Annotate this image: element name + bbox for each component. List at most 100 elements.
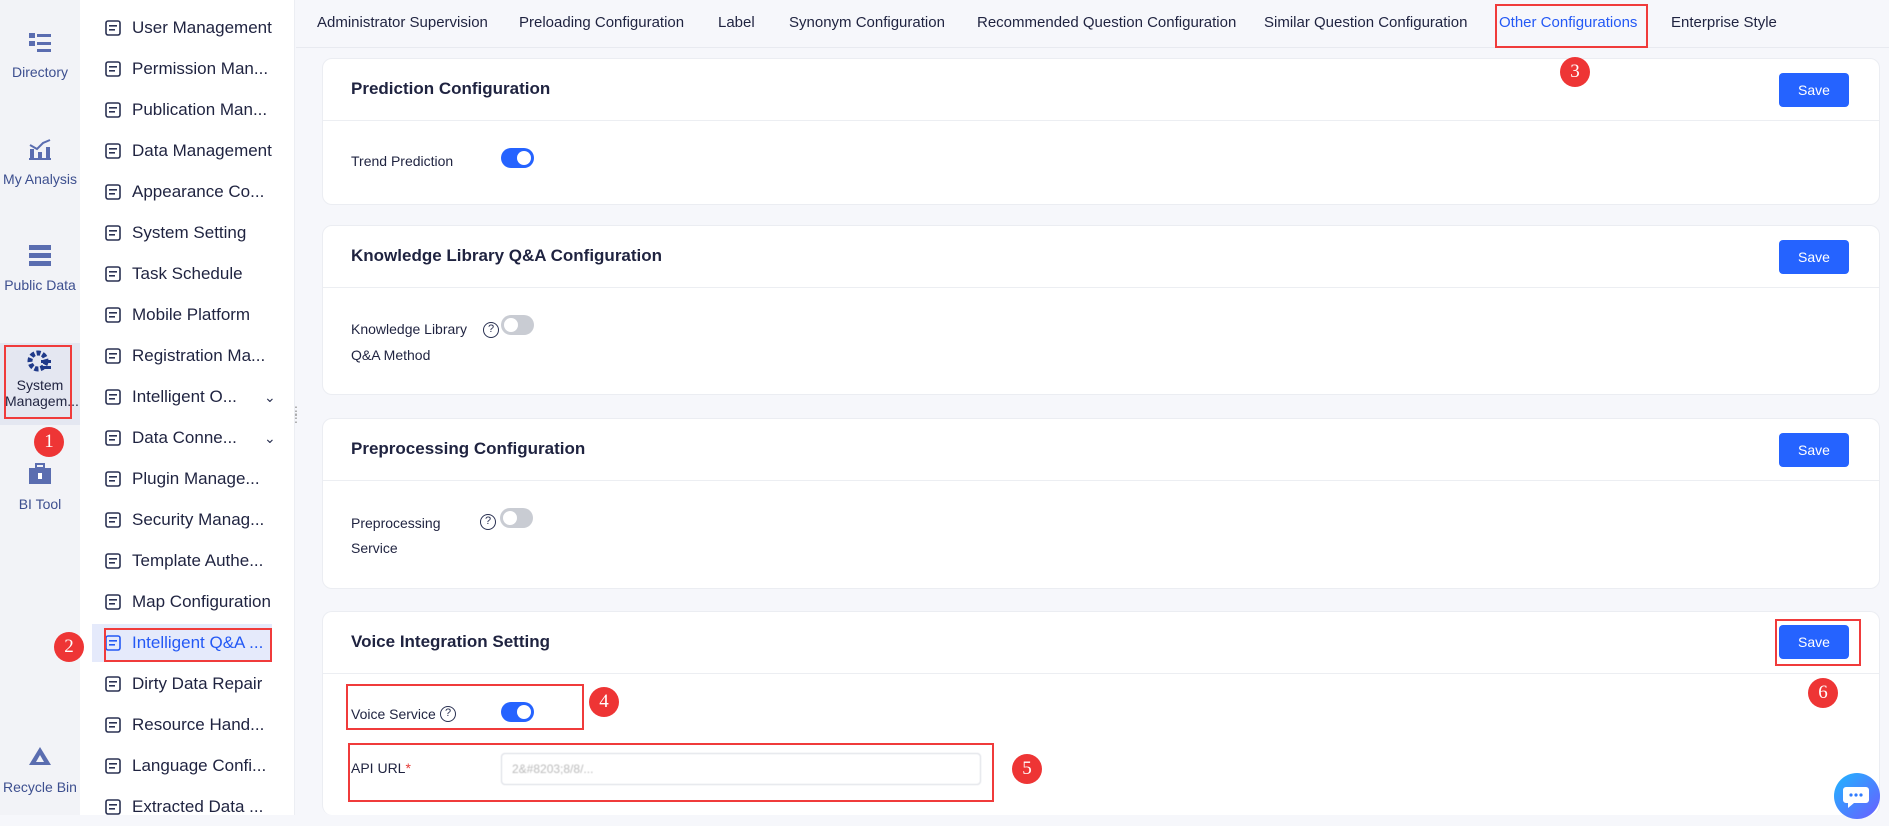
- voice-service-label: Voice Service: [351, 706, 436, 722]
- menu-item-label: Intelligent O...: [132, 387, 237, 406]
- preprocessing-label-2: Service: [351, 540, 398, 556]
- annotation-number: 4: [589, 687, 619, 717]
- menu-item-label: Intelligent Q&A ...: [132, 633, 264, 652]
- menu-item-label: Appearance Co...: [132, 182, 265, 201]
- menu-item[interactable]: User Management: [92, 9, 272, 47]
- api-url-label: API URL*: [351, 755, 411, 781]
- trend-prediction-toggle[interactable]: [501, 148, 534, 168]
- menu-item[interactable]: Intelligent Q&A ...: [92, 624, 272, 662]
- rail-label: Directory: [11, 64, 68, 80]
- rail-my-analysis[interactable]: My Analysis: [0, 137, 80, 187]
- menu-item-label: Data Management: [132, 141, 272, 160]
- rail-directory[interactable]: Directory: [0, 30, 80, 80]
- preprocessing-card: Preprocessing Configuration Save: [322, 418, 1880, 589]
- menu-item[interactable]: Intelligent O... ⌄: [92, 378, 276, 416]
- menu-item[interactable]: Appearance Co...: [92, 173, 272, 211]
- menu-item[interactable]: Task Schedule: [92, 255, 272, 293]
- menu-item[interactable]: Language Confi...: [92, 747, 272, 785]
- rail-label: Public Data: [4, 277, 76, 293]
- menu-item-label: Map Configuration: [132, 592, 271, 611]
- chevron-down-icon[interactable]: ⌄: [264, 430, 276, 447]
- tab-label[interactable]: Label: [718, 14, 755, 31]
- menu-item-label: Security Manag...: [132, 510, 265, 529]
- tab-enterprise-style[interactable]: Enterprise Style: [1671, 14, 1777, 31]
- qa-icon: [105, 635, 121, 651]
- chat-assistant-button[interactable]: [1834, 773, 1880, 819]
- timer-icon: [105, 266, 121, 282]
- rail-public-data[interactable]: Public Data: [0, 243, 80, 293]
- preprocessing-toggle[interactable]: [500, 508, 533, 528]
- menu-item-label: Template Authe...: [132, 551, 264, 570]
- voice-service-toggle[interactable]: [501, 702, 534, 722]
- help-icon[interactable]: ?: [440, 706, 456, 722]
- secondary-menu: User Management Permission Man... Publicat…: [80, 0, 295, 816]
- rail-recycle-bin[interactable]: Recycle Bin: [0, 745, 80, 795]
- data-management-icon: [105, 143, 121, 159]
- save-button[interactable]: Save: [1779, 73, 1849, 107]
- knowledge-method-toggle[interactable]: [501, 315, 534, 335]
- knowledge-card: Knowledge Library Q&A Configuration Save: [322, 225, 1880, 395]
- help-icon[interactable]: ?: [480, 514, 496, 530]
- appearance-icon: [105, 184, 121, 200]
- directory-icon: [29, 33, 51, 52]
- recycle-icon: [29, 747, 51, 765]
- intelligent-ops-icon: [105, 389, 121, 405]
- database-icon: [29, 245, 51, 266]
- security-icon: [105, 512, 121, 528]
- menu-item[interactable]: Extracted Data ...: [92, 788, 272, 826]
- menu-item[interactable]: Map Configuration: [92, 583, 272, 621]
- api-url-input[interactable]: [501, 753, 981, 785]
- card-title: Voice Integration Setting: [351, 632, 550, 651]
- annotation-number: 6: [1808, 678, 1838, 708]
- tab-other-configurations[interactable]: Other Configurations: [1499, 14, 1637, 31]
- resize-handle[interactable]: ⋮ ⋮: [290, 405, 304, 424]
- menu-item[interactable]: Template Authe...: [92, 542, 272, 580]
- menu-item[interactable]: System Setting: [92, 214, 272, 252]
- attachment-icon: [105, 430, 121, 446]
- tab-administrator-supervision[interactable]: Administrator Supervision: [317, 14, 488, 31]
- tab-bar: Administrator Supervision Preloading Con…: [296, 0, 1889, 48]
- menu-item[interactable]: Plugin Manage...: [92, 460, 272, 498]
- help-icon[interactable]: ?: [483, 322, 499, 338]
- mobile-icon: [105, 307, 121, 323]
- menu-item-label: Extracted Data ...: [132, 797, 264, 816]
- menu-item[interactable]: Mobile Platform: [92, 296, 272, 334]
- menu-item[interactable]: Resource Hand...: [92, 706, 272, 744]
- gear-icon: [27, 350, 51, 372]
- repair-icon: [105, 676, 121, 692]
- tab-similar-question-configuration[interactable]: Similar Question Configuration: [1264, 14, 1467, 31]
- annotation-number: 3: [1560, 57, 1590, 87]
- card-title: Knowledge Library Q&A Configuration: [351, 246, 663, 265]
- rail-bi-tool[interactable]: BI Tool: [0, 462, 80, 512]
- tab-preloading-configuration[interactable]: Preloading Configuration: [519, 14, 684, 31]
- menu-item-label: Mobile Platform: [132, 305, 251, 324]
- save-button[interactable]: Save: [1779, 433, 1849, 467]
- knowledge-method-label-2: Q&A Method: [351, 347, 431, 363]
- menu-item[interactable]: Registration Ma...: [92, 337, 272, 375]
- tab-recommended-question-configuration[interactable]: Recommended Question Configuration: [977, 14, 1236, 31]
- rail-label: Recycle Bin: [3, 779, 77, 795]
- tab-synonym-configuration[interactable]: Synonym Configuration: [789, 14, 945, 31]
- chevron-down-icon[interactable]: ⌄: [264, 389, 276, 406]
- registration-icon: [105, 348, 121, 364]
- menu-item-label: Registration Ma...: [132, 346, 266, 365]
- save-button[interactable]: Save: [1779, 240, 1849, 274]
- resource-icon: [105, 717, 121, 733]
- menu-item[interactable]: Permission Man...: [92, 50, 272, 88]
- annotation-number: 2: [54, 632, 84, 662]
- save-button[interactable]: Save: [1779, 625, 1849, 659]
- menu-item[interactable]: Publication Man...: [92, 91, 272, 129]
- annotation-number: 5: [1012, 754, 1042, 784]
- trend-prediction-label: Trend Prediction: [351, 153, 454, 169]
- menu-item[interactable]: Data Management: [92, 132, 272, 170]
- rail-system-management[interactable]: System Managem...: [0, 343, 80, 425]
- user-icon: [105, 20, 121, 36]
- menu-item[interactable]: Data Conne... ⌄: [92, 419, 276, 457]
- rail-label: My Analysis: [3, 171, 77, 187]
- annotation-number: 1: [34, 427, 64, 457]
- menu-item-label: Resource Hand...: [132, 715, 265, 734]
- plugin-icon: [105, 471, 121, 487]
- menu-item[interactable]: Dirty Data Repair: [92, 665, 272, 703]
- menu-item[interactable]: Security Manag...: [92, 501, 272, 539]
- template-icon: [105, 553, 121, 569]
